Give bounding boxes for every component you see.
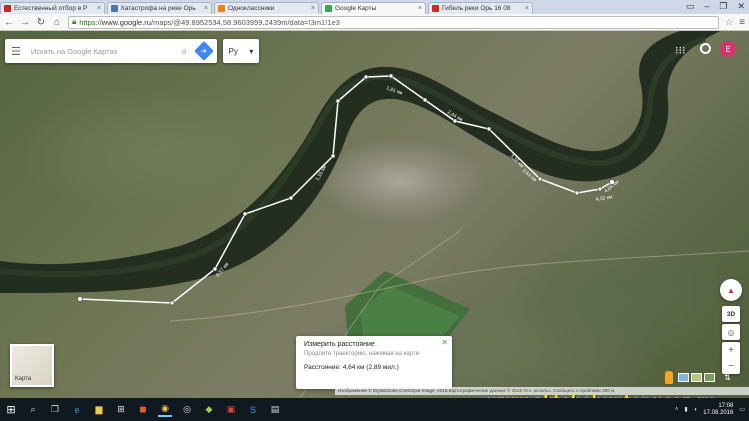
distance-label: 4,32 км: [595, 194, 613, 203]
home-icon[interactable]: ⌂: [52, 17, 62, 28]
language-value: Ру: [228, 46, 238, 56]
search-input[interactable]: [30, 46, 172, 56]
thumbnail[interactable]: [678, 373, 689, 382]
map-layer-toggle[interactable]: Карта: [10, 344, 54, 387]
tab-strip: Естественный отбор в Р × Катастрофа на р…: [0, 0, 749, 14]
reload-icon[interactable]: ↻: [36, 17, 46, 28]
tab-label: Катастрофа на реке Орь: [121, 5, 196, 12]
compass-icon[interactable]: ▲: [720, 279, 742, 301]
directions-icon[interactable]: ➜: [194, 41, 214, 61]
language-select[interactable]: Ру ▾: [223, 39, 259, 63]
measure-title: Измерить расстояние: [304, 341, 375, 348]
browser-menu-icon[interactable]: ≡: [739, 17, 745, 28]
browser-tab-5[interactable]: Гибель реки Орь 16 08 ×: [428, 2, 533, 14]
edge-icon[interactable]: e: [70, 403, 84, 417]
imagery-thumbnails[interactable]: [678, 373, 715, 382]
media-icon[interactable]: ◼: [136, 403, 150, 417]
system-tray: ˄ ▮ ◖ 17:08 17.08.2016 ▭: [675, 403, 745, 417]
thumbnail[interactable]: [691, 373, 702, 382]
forward-icon[interactable]: →: [20, 17, 30, 28]
search-icon[interactable]: ⌕: [26, 403, 40, 417]
window-controls: ▭ – ❐ ✕: [686, 1, 745, 12]
thumbnail[interactable]: [704, 373, 715, 382]
search-icon[interactable]: ⌕: [181, 46, 187, 57]
browser-tab-4[interactable]: Google Карты ×: [321, 2, 426, 14]
volume-icon[interactable]: ◖: [694, 407, 698, 413]
tab-label: Одноклассники: [228, 5, 275, 12]
tab-close-icon[interactable]: ×: [418, 5, 422, 12]
task-view-icon[interactable]: ❐: [48, 403, 62, 417]
back-icon[interactable]: ←: [4, 17, 14, 28]
zoom-out-button[interactable]: −: [728, 361, 734, 372]
chrome-icon[interactable]: ◉: [158, 403, 172, 417]
ok-favicon-icon: [218, 5, 225, 12]
skype-icon[interactable]: S: [246, 403, 260, 417]
close-icon[interactable]: ✕: [441, 338, 448, 347]
lock-icon: 🔒︎: [72, 17, 77, 26]
vk-favicon-icon: [111, 5, 118, 12]
tab-label: Google Карты: [335, 5, 377, 12]
browser-tab-1[interactable]: Естественный отбор в Р ×: [0, 2, 105, 14]
url-host: www.google.ru: [101, 17, 151, 27]
notifications-icon[interactable]: [700, 43, 711, 54]
hamburger-menu-icon[interactable]: ☰: [11, 45, 21, 58]
clock-time: 17:08: [718, 402, 734, 409]
clock-date: 17.08.2016: [703, 409, 734, 416]
expand-icon[interactable]: ⇅: [724, 373, 731, 382]
windows-start-icon[interactable]: ⊞: [4, 403, 18, 417]
store-icon[interactable]: ⊞: [114, 403, 128, 417]
browser-tab-2[interactable]: Катастрофа на реке Орь ×: [107, 2, 212, 14]
photos-icon[interactable]: ▣: [224, 403, 238, 417]
measure-hint: Продлите траекторию, нажимая на карте: [304, 351, 419, 357]
tab-close-icon[interactable]: ×: [204, 5, 208, 12]
minimize-icon[interactable]: –: [704, 1, 709, 12]
measure-distance-card: ✕ Измерить расстояние Продлите траектори…: [296, 336, 452, 389]
zoom-in-button[interactable]: +: [728, 345, 734, 356]
camera-icon[interactable]: ◎: [180, 403, 194, 417]
browser-toolbar: ← → ↻ ⌂ 🔒︎ https://www.google.ru/maps/@4…: [0, 14, 749, 31]
avatar[interactable]: E: [720, 41, 736, 57]
url-path: /maps/@49.8952534,58.9603959,2439m/data=…: [150, 17, 340, 27]
address-bar[interactable]: 🔒︎ https://www.google.ru/maps/@49.895253…: [68, 15, 720, 29]
tab-label: Естественный отбор в Р: [14, 5, 88, 12]
bookmark-star-icon[interactable]: ☆: [725, 17, 733, 28]
notification-center-icon[interactable]: ▭: [739, 406, 745, 413]
my-location-icon[interactable]: ◎: [722, 324, 740, 340]
user-icon[interactable]: ▭: [686, 1, 695, 12]
maximize-icon[interactable]: ❐: [719, 1, 727, 12]
search-box: ☰ ⌕ ➜: [5, 39, 217, 63]
network-icon[interactable]: ▮: [684, 406, 687, 413]
distance-label: 3,64 км: [521, 168, 538, 184]
tab-close-icon[interactable]: ×: [97, 5, 101, 12]
chevron-down-icon: ▾: [249, 46, 254, 56]
chevron-up-icon[interactable]: ˄: [675, 407, 679, 413]
tab-label: Гибель реки Орь 16 08: [442, 5, 511, 12]
measure-distance: Расстояние: 4,64 км (2,89 мил.): [304, 364, 399, 371]
tab-close-icon[interactable]: ×: [311, 5, 315, 12]
calendar-icon[interactable]: ▤: [268, 403, 282, 417]
zoom-control: + −: [722, 342, 740, 374]
url-scheme: https://: [79, 17, 102, 27]
close-window-icon[interactable]: ✕: [737, 1, 745, 12]
youtube-favicon-icon: [4, 5, 11, 12]
clock[interactable]: 17:08 17.08.2016: [703, 403, 733, 417]
street-view-pegman-icon[interactable]: [665, 371, 673, 384]
app-icon[interactable]: ◆: [202, 403, 216, 417]
explorer-icon[interactable]: ▆: [92, 403, 106, 417]
layer-label: Карта: [15, 376, 32, 382]
youtube-favicon-icon: [432, 5, 439, 12]
satellite-map[interactable]: 0,57 км 1,15 км 1,91 км 2,44 км 3,32 км …: [0, 31, 749, 398]
browser-tab-3[interactable]: Одноклассники ×: [214, 2, 319, 14]
google-maps-favicon-icon: [325, 5, 332, 12]
taskbar: ⊞ ⌕ ❐ e ▆ ⊞ ◼ ◉ ◎ ◆ ▣ S ▤ ˄ ▮ ◖ 17:08 17…: [0, 398, 749, 421]
tab-close-icon[interactable]: ×: [525, 5, 529, 12]
apps-grid-icon[interactable]: ⁝⁝⁝: [675, 44, 686, 57]
tilt-3d-button[interactable]: 3D: [722, 306, 740, 322]
